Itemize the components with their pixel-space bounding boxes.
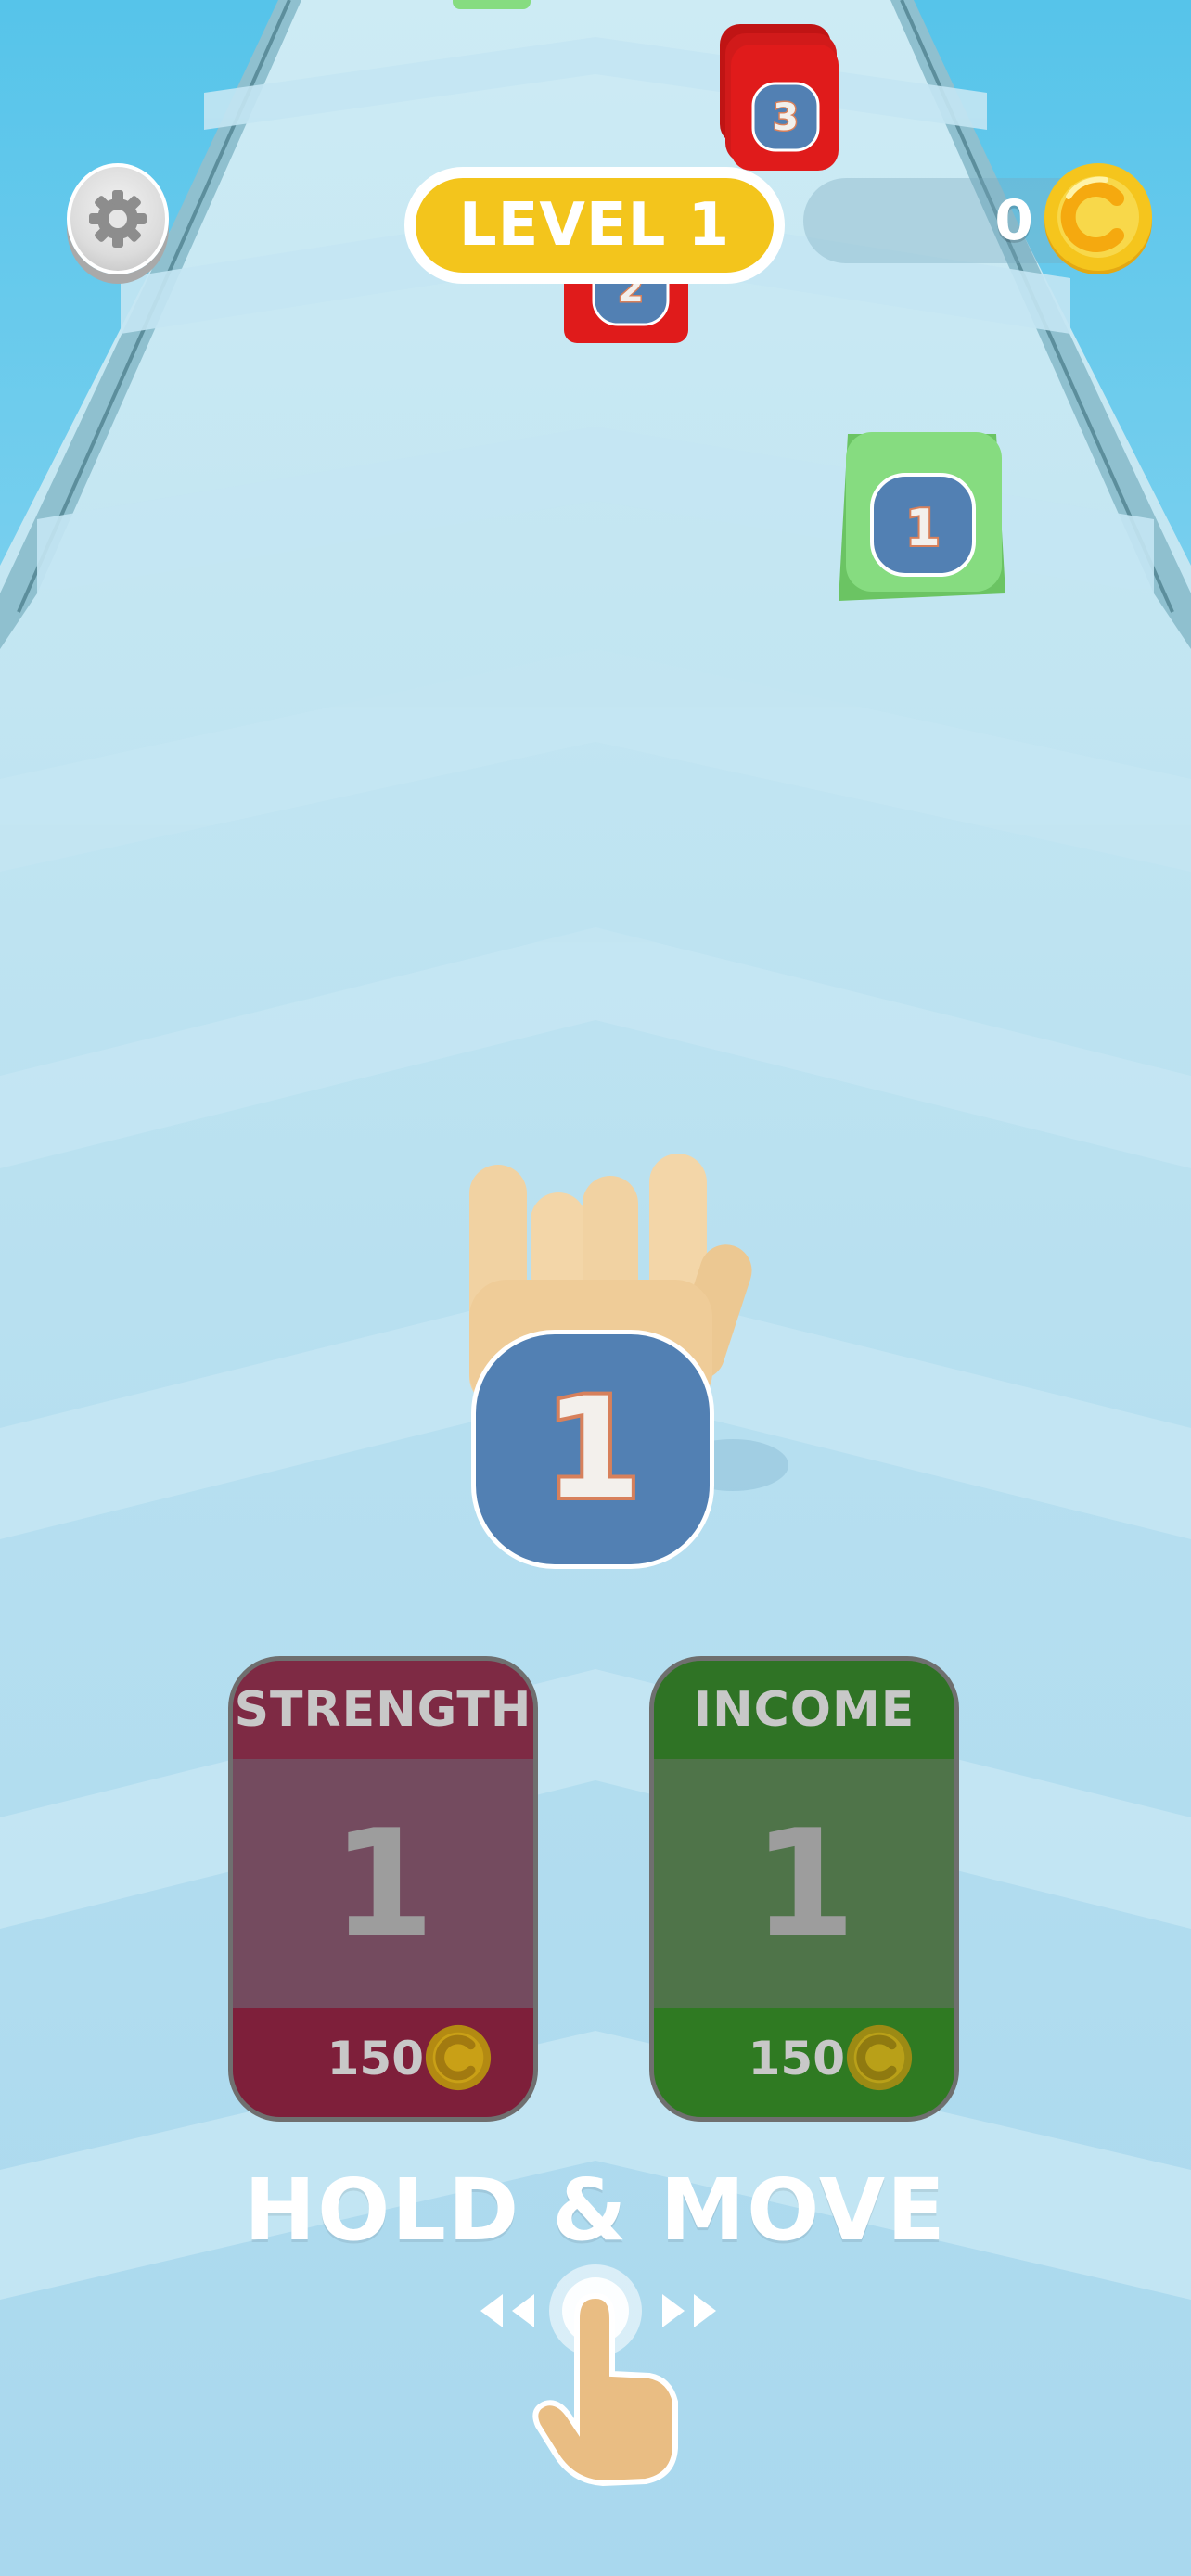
- coin-icon: [425, 2024, 492, 2091]
- level-indicator: LEVEL 1: [404, 167, 785, 284]
- income-upgrade-card[interactable]: INCOME 1 150: [649, 1656, 959, 2122]
- coin-icon: [1044, 163, 1152, 274]
- obstacle-green-block-number: 1: [905, 499, 941, 557]
- income-price: 150: [748, 2032, 845, 2085]
- coin-count: 0: [994, 188, 1033, 253]
- arrow-right-icon: [662, 2294, 685, 2327]
- arrow-left-icon: [512, 2294, 534, 2327]
- strength-price: 150: [327, 2032, 424, 2085]
- coin-icon: [846, 2024, 913, 2091]
- settings-button[interactable]: [67, 163, 169, 274]
- strength-price-bar: 150: [233, 2008, 533, 2117]
- income-price-bar: 150: [654, 2008, 954, 2117]
- strength-title: STRENGTH: [233, 1661, 533, 1759]
- income-level: 1: [752, 1796, 856, 1970]
- arrow-right-icon: [694, 2294, 716, 2327]
- tap-hand-hint-icon: [480, 2264, 716, 2487]
- player-strength-badge: 1: [471, 1330, 714, 1569]
- player-number: 1: [541, 1365, 645, 1534]
- arrow-left-icon: [480, 2294, 503, 2327]
- obstacle-red-stack-number: 3: [773, 96, 799, 139]
- level-label: LEVEL 1: [458, 191, 731, 260]
- income-title: INCOME: [654, 1661, 954, 1759]
- strength-upgrade-card[interactable]: STRENGTH 1 150: [228, 1656, 538, 2122]
- instruction-text: HOLD & MOVE: [244, 2161, 947, 2260]
- obstacle-green-far: [453, 0, 531, 9]
- gear-icon: [89, 190, 147, 248]
- strength-level: 1: [331, 1796, 435, 1970]
